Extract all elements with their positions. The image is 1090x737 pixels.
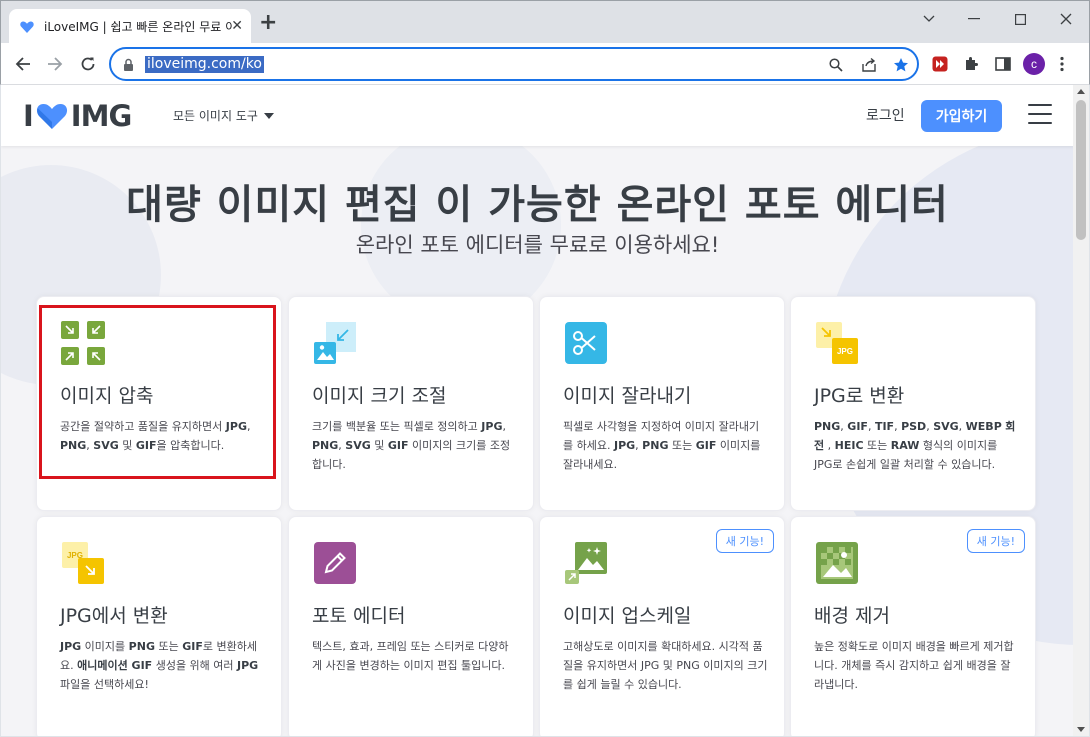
card-title: JPG로 변환 bbox=[814, 385, 905, 407]
resize-icon bbox=[312, 320, 358, 366]
bookmark-star-icon[interactable] bbox=[891, 55, 911, 75]
lock-icon[interactable] bbox=[123, 57, 134, 76]
extensions-puzzle-icon[interactable] bbox=[960, 53, 982, 75]
extension-red-icon[interactable] bbox=[929, 53, 951, 75]
card-title: 이미지 압축 bbox=[60, 385, 154, 407]
window-close-icon[interactable] bbox=[1043, 9, 1089, 29]
remove-background-icon bbox=[814, 540, 860, 586]
new-feature-badge: 새 기능! bbox=[966, 529, 1025, 553]
tab-close-icon[interactable]: ✕ bbox=[231, 19, 243, 33]
zoom-search-icon[interactable] bbox=[826, 55, 846, 75]
browser-toolbar: iloveimg.com/ko bbox=[0, 43, 1090, 85]
jpg-convert-icon: JPG bbox=[814, 320, 860, 366]
tab-title: iLoveIMG | 쉽고 빠른 온라인 무료 이미지 편집 도구 bbox=[44, 20, 232, 34]
card-description: 고해상도로 이미지를 확대하세요. 시각적 품질을 유지하면서 JPG 및 PN… bbox=[563, 640, 768, 691]
new-feature-badge: 새 기능! bbox=[715, 529, 774, 553]
forward-arrow-icon[interactable] bbox=[44, 53, 66, 75]
reload-icon[interactable] bbox=[77, 53, 99, 75]
login-link[interactable]: 로그인 bbox=[866, 105, 905, 125]
share-icon[interactable] bbox=[859, 55, 879, 75]
scroll-down-arrow-icon[interactable] bbox=[1077, 727, 1085, 732]
tool-card-crop[interactable]: 이미지 잘라내기 픽셀로 사각형을 지정하여 이미지 잘라내기를 하세요. JP… bbox=[539, 296, 785, 511]
card-title: JPG에서 변환 bbox=[60, 605, 168, 627]
jpg-label: JPG bbox=[837, 347, 853, 356]
tab-search-chevron-icon[interactable] bbox=[906, 9, 952, 29]
tool-card-resize[interactable]: 이미지 크기 조절 크기를 백분율 또는 픽셀로 정의하고 JPG, PNG, … bbox=[288, 296, 534, 511]
compress-icon bbox=[60, 320, 106, 366]
card-description: 공간을 절약하고 품질을 유지하면서 JPG, PNG, SVG 및 GIF을 … bbox=[60, 420, 251, 452]
menu-kebab-icon[interactable] bbox=[1051, 53, 1073, 75]
scrollbar-thumb[interactable] bbox=[1076, 100, 1086, 240]
card-description: PNG, GIF, TIF, PSD, SVG, WEBP 회전 , HEIC … bbox=[814, 420, 1016, 471]
pencil-icon bbox=[312, 540, 358, 586]
new-tab-plus-icon[interactable]: + bbox=[259, 12, 277, 34]
back-arrow-icon[interactable] bbox=[12, 53, 34, 75]
card-title: 이미지 크기 조절 bbox=[312, 385, 447, 407]
tool-card-photo-editor[interactable]: 포토 에디터 텍스트, 효과, 프레임 또는 스티커로 다양하게 사진을 변경하… bbox=[288, 516, 534, 736]
all-tools-menu[interactable]: 모든 이미지 도구 bbox=[173, 107, 274, 124]
card-description: 높은 정확도로 이미지 배경을 빠르게 제거합니다. 개체를 즉시 감지하고 쉽… bbox=[814, 640, 1014, 691]
tool-card-convert-from-jpg[interactable]: JPG JPG에서 변환 JPG 이미지를 PNG 또는 GIF로 변환하세요.… bbox=[36, 516, 282, 736]
scroll-up-arrow-icon[interactable] bbox=[1077, 89, 1085, 94]
card-description: JPG 이미지를 PNG 또는 GIF로 변환하세요. 애니메이션 GIF 생성… bbox=[60, 640, 259, 691]
page-subtitle: 온라인 포토 에디터를 무료로 이용하세요! bbox=[355, 233, 720, 257]
card-title: 이미지 업스케일 bbox=[563, 605, 692, 627]
tab-strip: iLoveIMG | 쉽고 빠른 온라인 무료 이미지 편집 도구 ✕ + bbox=[0, 0, 1090, 44]
card-description: 픽셀로 사각형을 지정하여 이미지 잘라내기를 하세요. JPG, PNG 또는… bbox=[563, 420, 761, 471]
minimize-icon[interactable] bbox=[951, 9, 997, 29]
tool-card-compress[interactable]: 이미지 압축 공간을 절약하고 품질을 유지하면서 JPG, PNG, SVG … bbox=[36, 296, 282, 511]
card-description: 텍스트, 효과, 프레임 또는 스티커로 다양하게 사진을 변경하는 이미지 편… bbox=[312, 640, 509, 672]
jpg-from-icon: JPG bbox=[60, 540, 106, 586]
tool-card-convert-to-jpg[interactable]: JPG JPG로 변환 PNG, GIF, TIF, PSD, SVG, WEB… bbox=[790, 296, 1036, 511]
scissors-icon bbox=[563, 320, 609, 366]
logo-heart-icon bbox=[35, 101, 69, 131]
tool-card-remove-background[interactable]: 새 기능! 배경 제거 높은 정확도로 이미지 배경을 빠르게 제거합니다. 개… bbox=[790, 516, 1036, 736]
favicon-heart-icon bbox=[19, 19, 35, 35]
page-scrollbar[interactable] bbox=[1073, 85, 1089, 736]
address-bar[interactable]: iloveimg.com/ko bbox=[109, 47, 919, 81]
card-title: 이미지 잘라내기 bbox=[563, 385, 692, 407]
browser-tab[interactable]: iLoveIMG | 쉽고 빠른 온라인 무료 이미지 편집 도구 ✕ bbox=[9, 9, 251, 44]
hamburger-menu-icon[interactable] bbox=[1028, 104, 1052, 124]
logo-text-right: IMG bbox=[70, 99, 132, 133]
caret-down-icon bbox=[263, 112, 274, 119]
side-panel-icon[interactable] bbox=[992, 53, 1014, 75]
upscale-icon bbox=[563, 540, 609, 586]
site-header: I IMG 모든 이미지 도구 로그인 가입하기 bbox=[1, 85, 1074, 146]
card-description: 크기를 백분율 또는 픽셀로 정의하고 JPG, PNG, SVG 및 GIF … bbox=[312, 420, 511, 471]
url-text[interactable]: iloveimg.com/ko bbox=[145, 56, 264, 73]
site-logo[interactable]: I IMG bbox=[23, 99, 132, 133]
tool-card-upscale[interactable]: 새 기능! 이미지 업스케일 고해상도로 이미지를 확대하세요. 시각적 품질을… bbox=[539, 516, 785, 736]
card-title: 배경 제거 bbox=[814, 605, 890, 627]
page-title: 대량 이미지 편집 이 가능한 온라인 포토 에디터 bbox=[126, 182, 949, 228]
signup-button[interactable]: 가입하기 bbox=[921, 100, 1002, 132]
page-viewport: I IMG 모든 이미지 도구 로그인 가입하기 대량 이미지 편집 이 가능한… bbox=[1, 85, 1089, 736]
maximize-icon[interactable] bbox=[997, 9, 1043, 29]
card-title: 포토 에디터 bbox=[312, 605, 406, 627]
profile-avatar[interactable]: c bbox=[1023, 53, 1045, 75]
all-tools-label: 모든 이미지 도구 bbox=[173, 109, 258, 123]
logo-text-left: I bbox=[23, 99, 34, 133]
